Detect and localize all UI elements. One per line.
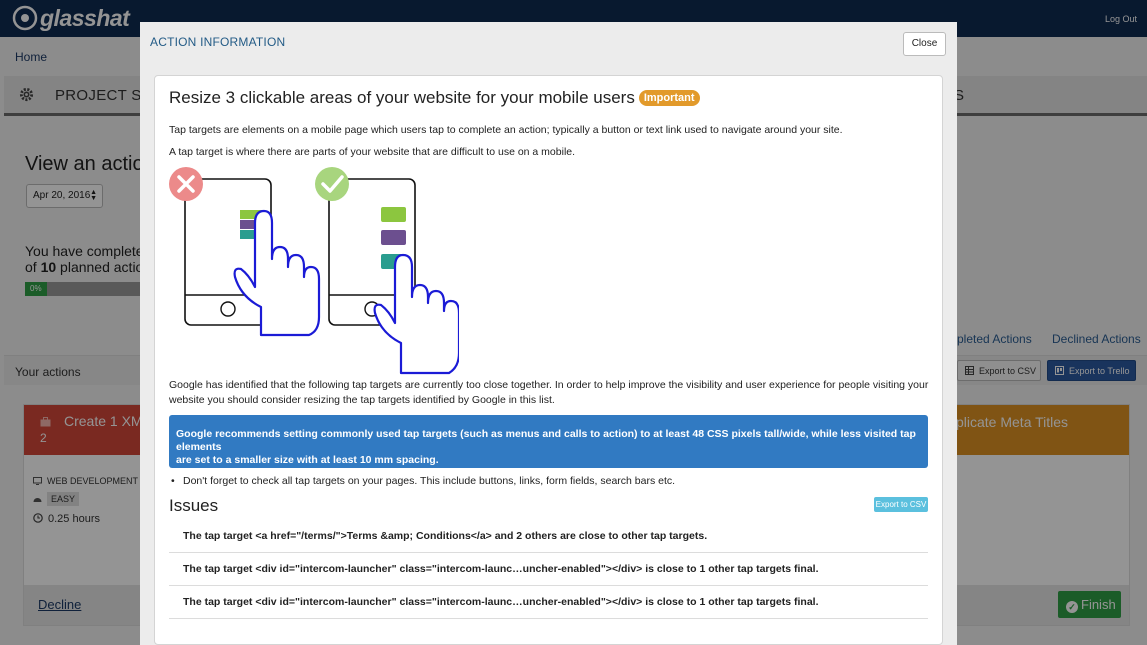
issue-row: The tap target <div id="intercom-launche…	[169, 553, 928, 586]
action-detail-panel: Resize 3 clickable areas of your website…	[154, 75, 943, 645]
identified-line-1: Google has identified that the following…	[169, 379, 929, 391]
bad-phone-illustration	[169, 167, 321, 337]
action-title: Resize 3 clickable areas of your website…	[169, 88, 700, 108]
tap-target-illustration	[169, 167, 459, 375]
recommendation-line-2: are set to a smaller size with at least …	[176, 454, 439, 466]
issue-row: The tap target <a href="/terms/">Terms &…	[169, 520, 928, 553]
issues-export-csv-button[interactable]: Export to CSV	[874, 497, 928, 512]
action-information-modal: ACTION INFORMATION Close Resize 3 clicka…	[140, 22, 957, 645]
recommendation-alert: Google recommends setting commonly used …	[169, 415, 928, 468]
good-phone-illustration	[315, 167, 459, 375]
issue-row: The tap target <div id="intercom-launche…	[169, 586, 928, 619]
action-title-text: Resize 3 clickable areas of your website…	[169, 88, 635, 107]
recommendation-line-1: Google recommends setting commonly used …	[176, 428, 916, 453]
identified-paragraph: Google has identified that the following…	[169, 378, 928, 408]
close-button[interactable]: Close	[903, 32, 946, 56]
tip-bullet: Don't forget to check all tap targets on…	[171, 475, 675, 487]
intro-paragraph-1: Tap targets are elements on a mobile pag…	[169, 124, 843, 136]
intro-paragraph-2: A tap target is where there are parts of…	[169, 146, 576, 158]
modal-title: ACTION INFORMATION	[150, 35, 286, 49]
modal-header: ACTION INFORMATION Close	[140, 22, 957, 62]
important-badge: Important	[638, 90, 700, 106]
identified-line-2: website you should consider resizing the…	[169, 394, 555, 406]
issues-heading: Issues	[169, 496, 219, 515]
